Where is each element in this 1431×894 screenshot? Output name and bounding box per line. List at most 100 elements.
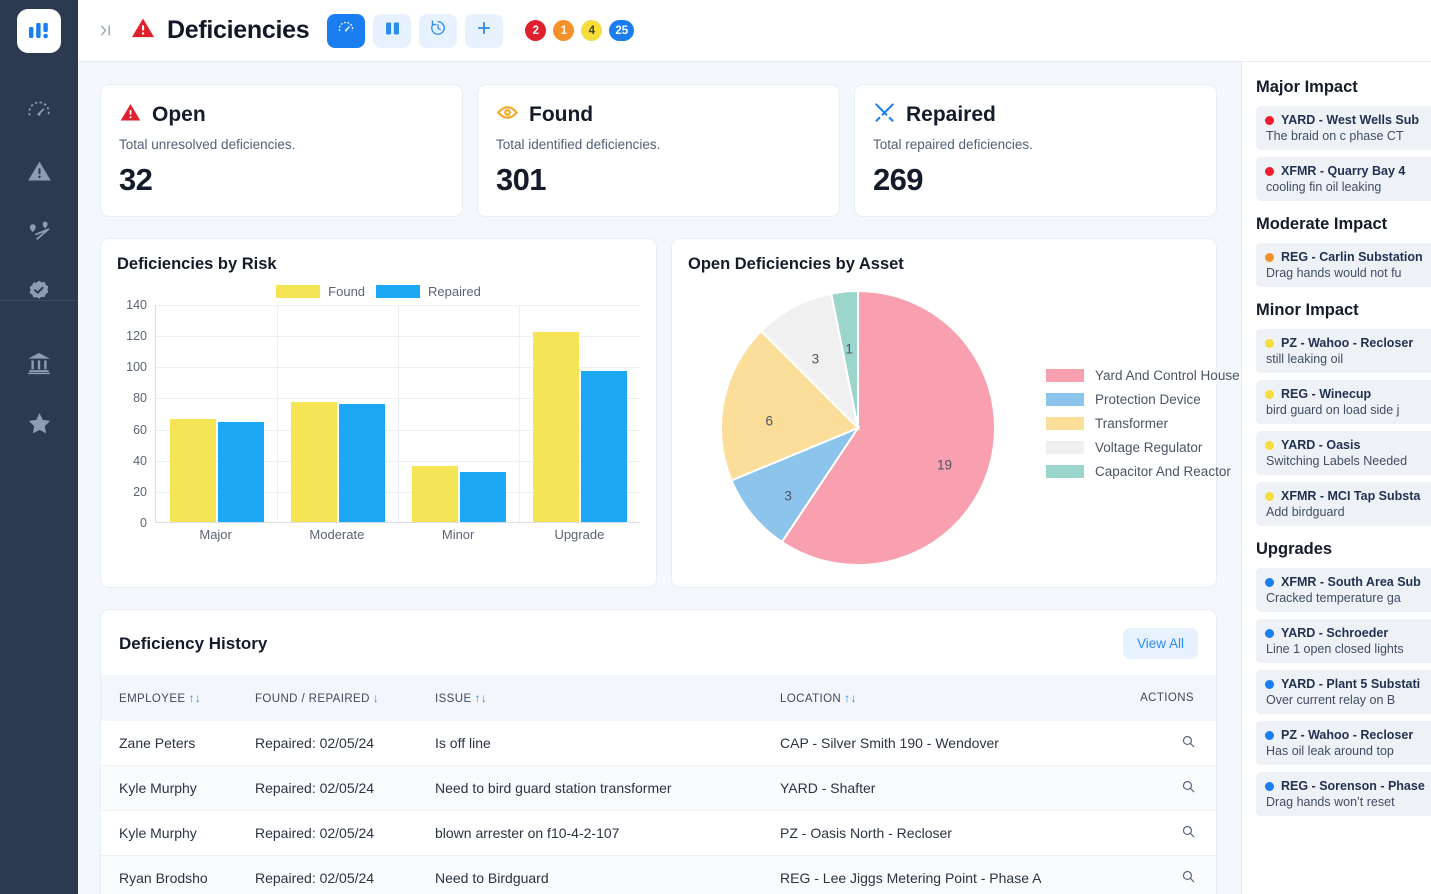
stat-subtitle: Total repaired deficiencies. xyxy=(873,137,1033,152)
bar-groups xyxy=(156,305,640,522)
chart-title: Open Deficiencies by Asset xyxy=(688,255,904,273)
impact-item-description: Add birdguard xyxy=(1266,505,1345,519)
bar-repaired[interactable] xyxy=(217,422,264,522)
pie-legend-entry[interactable]: Transformer xyxy=(1046,416,1240,431)
impact-list-item[interactable]: YARD - West Wells Sub The braid on c phas… xyxy=(1256,106,1431,150)
impact-list-item[interactable]: XFMR - South Area Sub Cracked temperature… xyxy=(1256,568,1431,612)
bar-group xyxy=(519,305,640,522)
pie-legend-entry[interactable]: Yard And Control House xyxy=(1046,368,1240,383)
impact-list-item[interactable]: XFMR - Quarry Bay 4 cooling fin oil leaki… xyxy=(1256,157,1431,201)
severity-dot-icon xyxy=(1265,166,1274,176)
pie-legend-entry[interactable]: Capacitor And Reactor xyxy=(1046,464,1240,479)
impact-list-item[interactable]: REG - Winecup bird guard on load side j xyxy=(1256,380,1431,424)
table-row[interactable]: Ryan Brodsho Repaired: 02/05/24 Need to Bi… xyxy=(101,855,1216,894)
sidebar-item-favorites[interactable] xyxy=(0,393,78,453)
column-header-issue[interactable]: ISSUE ↑↓ xyxy=(429,675,774,721)
table-row[interactable]: Zane Peters Repaired: 02/05/24 Is off line… xyxy=(101,721,1216,766)
impact-item-description: Has oil leak around top xyxy=(1266,744,1394,758)
warning-triangle-icon xyxy=(119,101,142,129)
legend-label: Voltage Regulator xyxy=(1095,440,1203,455)
impact-list-item[interactable]: YARD - Oasis Switching Labels Needed xyxy=(1256,431,1431,475)
stat-card-found: Found Total identified deficiencies. 301 xyxy=(477,84,840,217)
add-new-button[interactable] xyxy=(465,13,504,48)
collapse-sidebar-button[interactable] xyxy=(92,18,118,44)
table-row[interactable]: Kyle Murphy Repaired: 02/05/24 Need to bir… xyxy=(101,765,1216,811)
search-icon[interactable] xyxy=(1181,825,1196,842)
sidebar-item-deficiencies[interactable] xyxy=(0,141,78,201)
cell-actions xyxy=(1114,765,1216,811)
map-pin-route-icon xyxy=(26,218,53,245)
impact-item-head: PZ - Wahoo - Recloser xyxy=(1265,336,1431,350)
sidebar-item-routes[interactable] xyxy=(0,201,78,261)
x-axis-labels: Major Moderate Minor Upgrade xyxy=(155,527,640,542)
impact-list-item[interactable]: REG - Carlin Substation Drag hands would … xyxy=(1256,243,1431,287)
bar-repaired[interactable] xyxy=(459,472,506,522)
bar-found[interactable] xyxy=(169,419,216,522)
search-icon[interactable] xyxy=(1181,870,1196,887)
table-row[interactable]: Kyle Murphy Repaired: 02/05/24 blown arres… xyxy=(101,810,1216,856)
y-axis: 0 20 40 60 80 100 120 140 xyxy=(117,298,151,530)
status-badge-upgrades[interactable]: 25 xyxy=(609,20,635,41)
bars xyxy=(519,305,640,522)
stat-value: 301 xyxy=(496,162,547,197)
column-header-employee[interactable]: EMPLOYEE ↑↓ xyxy=(101,675,249,721)
impact-group-title: Upgrades xyxy=(1256,540,1333,558)
cell-found-repaired: Repaired: 02/05/24 xyxy=(249,810,429,856)
plus-icon xyxy=(475,19,493,42)
impact-list-item[interactable]: YARD - Plant 5 Substati Over current rela… xyxy=(1256,670,1431,714)
pie-chart-card: Open Deficiencies by Asset 19 3 6 3 1 Yard A… xyxy=(671,238,1240,588)
pie-wrap: 19 3 6 3 1 Yard And Control House Protection … xyxy=(688,278,1240,578)
impact-list-item[interactable]: REG - Sorenson - Phase Drag hands won’t r… xyxy=(1256,772,1431,816)
stat-title: Open xyxy=(152,103,206,126)
severity-dot-icon xyxy=(1265,115,1274,125)
board-view-button[interactable] xyxy=(373,13,412,48)
warning-triangle-icon xyxy=(26,158,53,185)
cell-location: REG - Lee Jiggs Metering Point - Phase A xyxy=(774,855,1115,894)
plot-area xyxy=(155,305,640,523)
impact-list-item[interactable]: XFMR - MCI Tap Substa Add birdguard xyxy=(1256,482,1431,526)
bar-found[interactable] xyxy=(411,465,458,522)
pie-legend-entry[interactable]: Protection Device xyxy=(1046,392,1240,407)
history-view-button[interactable] xyxy=(419,13,458,48)
sidebar-item-substations[interactable] xyxy=(0,333,78,393)
impact-list-item[interactable]: PZ - Wahoo - Recloser still leaking oil xyxy=(1256,329,1431,373)
bar-repaired[interactable] xyxy=(580,370,627,522)
status-badge-major[interactable]: 2 xyxy=(525,20,547,41)
bar-found[interactable] xyxy=(290,402,337,522)
status-badge-moderate[interactable]: 1 xyxy=(553,20,575,41)
pie-graphic[interactable] xyxy=(719,289,997,567)
impact-item-name: YARD - Oasis xyxy=(1281,438,1361,452)
column-header-location[interactable]: LOCATION ↑↓ xyxy=(774,675,1114,721)
legend-entry-repaired[interactable]: Repaired xyxy=(376,284,481,299)
impact-item-name: REG - Carlin Substation xyxy=(1281,250,1423,264)
stat-head: Repaired xyxy=(873,101,1198,129)
dashboard-view-button[interactable] xyxy=(327,13,366,48)
stat-card-repaired: Repaired Total repaired deficiencies. 26… xyxy=(854,84,1217,217)
search-icon[interactable] xyxy=(1181,735,1196,752)
bar-repaired[interactable] xyxy=(338,403,385,522)
impact-item-head: REG - Carlin Substation xyxy=(1265,250,1431,264)
sidebar-item-inspections[interactable] xyxy=(0,261,78,321)
cell-location: YARD - Shafter xyxy=(774,765,1115,811)
view-all-button[interactable]: View All xyxy=(1122,628,1198,659)
status-badge-minor[interactable]: 4 xyxy=(581,20,603,41)
search-icon[interactable] xyxy=(1181,780,1196,797)
pie-legend-entry[interactable]: Voltage Regulator xyxy=(1046,440,1240,455)
legend-label: Found xyxy=(328,284,366,299)
main-region: Deficiencies 2 1 4 25 Open Total unresol… xyxy=(78,0,1431,894)
bars xyxy=(156,305,277,522)
app-logo[interactable] xyxy=(17,9,61,53)
impact-list-item[interactable]: PZ - Wahoo - Recloser Has oil leak around… xyxy=(1256,721,1431,765)
sidebar-item-dashboard[interactable] xyxy=(0,81,78,141)
y-tick-label: 80 xyxy=(133,391,147,406)
impact-list-item[interactable]: YARD - Schroeder Line 1 open closed light… xyxy=(1256,619,1431,663)
legend-label: Repaired xyxy=(428,284,481,299)
status-badges: 2 1 4 25 xyxy=(525,20,635,41)
bar-found[interactable] xyxy=(532,332,579,522)
impact-side-panel[interactable]: Major Impact YARD - West Wells Sub The bra… xyxy=(1241,62,1431,894)
legend-swatch xyxy=(1046,417,1084,430)
stat-subtitle: Total unresolved deficiencies. xyxy=(119,137,296,152)
legend-entry-found[interactable]: Found xyxy=(276,284,365,299)
column-header-found-repaired[interactable]: FOUND / REPAIRED ↓ xyxy=(249,675,429,721)
legend-swatch xyxy=(276,285,321,298)
